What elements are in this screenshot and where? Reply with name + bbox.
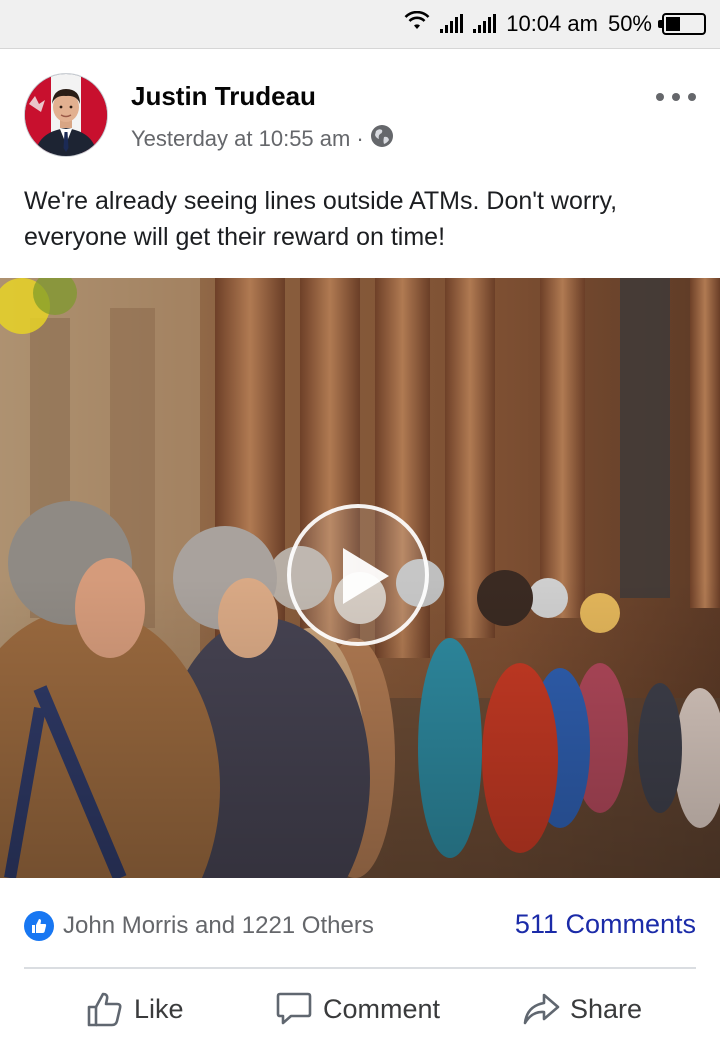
comments-count[interactable]: 511 Comments [515, 909, 696, 940]
signal-icon [473, 14, 497, 33]
battery-percent: 50% [607, 11, 652, 36]
thumbs-up-icon [86, 990, 124, 1028]
share-button[interactable]: Share [522, 984, 642, 1034]
divider [24, 967, 696, 969]
status-bar: 10:04 am 50% [0, 0, 720, 49]
reactions-bar: John Morris and 1221 Others 511 Comments [0, 878, 720, 968]
meta-separator: · [356, 126, 364, 151]
share-icon [522, 990, 560, 1028]
globe-icon[interactable] [370, 124, 394, 154]
status-icons: 10:04 am 50% [404, 8, 706, 40]
comment-button[interactable]: Comment [275, 984, 440, 1034]
like-reaction-icon [24, 911, 54, 941]
post-meta: Yesterday at 10:55 am · [131, 124, 394, 154]
battery-icon [658, 13, 706, 35]
avatar[interactable] [24, 73, 108, 157]
comment-icon [275, 990, 313, 1028]
post-timestamp[interactable]: Yesterday at 10:55 am [131, 126, 350, 152]
status-time: 10:04 am [506, 11, 598, 36]
comment-label: Comment [323, 993, 441, 1024]
author-name[interactable]: Justin Trudeau [131, 81, 316, 112]
post-video[interactable] [0, 278, 720, 878]
signal-icon [440, 14, 464, 33]
post-text: We're already seeing lines outside ATMs.… [24, 187, 618, 251]
wifi-icon [404, 10, 430, 37]
post-header: Justin Trudeau Yesterday at 10:55 am · W… [0, 49, 720, 279]
play-icon[interactable] [287, 504, 429, 646]
like-button[interactable]: Like [86, 984, 184, 1034]
more-options-icon[interactable] [656, 91, 696, 103]
share-label: Share [570, 993, 643, 1024]
reaction-summary[interactable]: John Morris and 1221 Others [63, 912, 374, 940]
like-label: Like [134, 993, 184, 1024]
action-bar: Like Comment Share [0, 970, 720, 1048]
